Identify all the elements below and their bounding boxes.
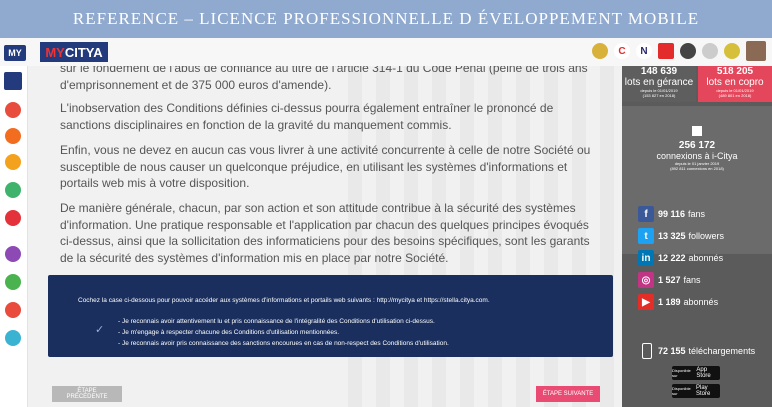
stat-copro-note2: (489 801 en 2018)	[718, 93, 752, 98]
downloads-label: téléchargements	[688, 346, 756, 356]
youtube-count: 1 189	[658, 297, 681, 307]
linkedin-icon: in	[638, 250, 654, 266]
sidebar-chat-icon[interactable]	[5, 274, 21, 290]
social-facebook[interactable]: f 99 116 fans	[638, 206, 705, 222]
chart-icon	[692, 126, 702, 136]
previous-step-button[interactable]: ÉTAPE PRÉCÉDENTE	[52, 386, 122, 402]
consent-item: - Je reconnais avoir pris connaissance d…	[118, 340, 449, 347]
consent-item: - Je m'engage à respecter chacune des Co…	[118, 329, 340, 336]
instagram-label: fans	[683, 275, 701, 285]
pencil-icon[interactable]	[724, 43, 740, 59]
para0-text: sur le fondement de l'abus de confiance …	[60, 66, 588, 75]
n-icon[interactable]: N	[636, 43, 652, 59]
dial-icon[interactable]	[702, 43, 718, 59]
app-store-button[interactable]: Disponible sur App Store	[672, 366, 720, 380]
stat-copro-value: 518 205	[716, 66, 754, 77]
paragraph-inobservation: L'inobservation des Conditions définies …	[60, 101, 554, 132]
sidebar-play-icon[interactable]	[5, 210, 21, 226]
play-store-button[interactable]: Disponible sur Play Store	[672, 384, 720, 398]
mycitya-small-logo[interactable]: MY	[4, 45, 26, 61]
consent-item: - Je reconnais avoir attentivement lu et…	[118, 318, 435, 325]
play-store-pre: Disponible sur	[672, 386, 691, 396]
logo-small-text: MY	[8, 48, 22, 58]
paragraph-activite: Enfin, vous ne devez en aucun cas vous l…	[60, 143, 591, 190]
sidebar-people-icon[interactable]	[5, 182, 21, 198]
c-icon[interactable]: C	[614, 43, 630, 59]
facebook-icon: f	[638, 206, 654, 222]
downloads: 72 155 téléchargements	[642, 343, 755, 359]
sidebar-document-icon[interactable]	[5, 128, 21, 144]
facebook-label: fans	[688, 209, 706, 219]
youtube-label: abonnés	[683, 297, 719, 307]
top-icons: C N	[592, 41, 766, 61]
main-content: sur le fondement de l'abus de confiance …	[28, 66, 622, 407]
user-avatar[interactable]	[746, 41, 766, 61]
app-store-label: App Store	[696, 367, 711, 379]
app-store-pre: Disponible sur	[672, 368, 691, 378]
sidebar-hammer-icon[interactable]	[5, 154, 21, 170]
stat-gerance-label: lots en gérance	[624, 77, 694, 88]
logo-my-text: MY	[45, 44, 65, 60]
consent-panel: Cochez la case ci-dessous pour pouvoir a…	[48, 275, 613, 357]
twitter-label: followers	[688, 231, 725, 241]
twitter-count: 13 325	[658, 231, 686, 241]
play-store-label: Play Store	[695, 385, 711, 397]
consent-items: - Je reconnais avoir attentivement lu et…	[118, 316, 449, 349]
phone-icon	[642, 343, 652, 359]
stat-copro-label: lots en copro	[706, 77, 764, 88]
page-banner: REFERENCE – LICENCE PROFESSIONNELLE D ÉV…	[0, 0, 772, 38]
instagram-icon: ◎	[638, 272, 654, 288]
film-icon[interactable]	[680, 43, 696, 59]
bookmark-icon[interactable]	[658, 43, 674, 59]
stat-connexions-label: connexions à i-Citya	[656, 151, 738, 161]
social-youtube[interactable]: ▶ 1 189 abonnés	[638, 294, 718, 310]
sidebar-gear-icon[interactable]	[5, 102, 21, 118]
stat-gerance-value: 148 639	[640, 66, 678, 77]
consent-checkbox[interactable]: ✓	[95, 323, 104, 336]
consent-intro: Cochez la case ci-dessous pour pouvoir a…	[78, 297, 490, 304]
social-instagram[interactable]: ◎ 1 527 fans	[638, 272, 701, 288]
sidebar-list-icon[interactable]	[5, 330, 21, 346]
left-sidebar	[0, 66, 28, 407]
linkedin-count: 12 222	[658, 253, 686, 263]
social-linkedin[interactable]: in 12 222 abonnés	[638, 250, 723, 266]
social-twitter[interactable]: t 13 325 followers	[638, 228, 724, 244]
stat-gerance: 148 639 lots en gérance depuis le 01/01/…	[622, 66, 696, 102]
instagram-count: 1 527	[658, 275, 681, 285]
para0b-text: d'emprisonnement et de 375 000 euros d'a…	[60, 77, 332, 92]
stat-gerance-note2: (153 827 en 2018)	[642, 93, 676, 98]
right-stats-panel: 148 639 lots en gérance depuis le 01/01/…	[622, 66, 772, 407]
cat-icon[interactable]	[592, 43, 608, 59]
banner-title: REFERENCE – LICENCE PROFESSIONNELLE D ÉV…	[72, 9, 700, 28]
twitter-icon: t	[638, 228, 654, 244]
paragraph-securite: De manière générale, chacun, par son act…	[60, 201, 590, 265]
paragraph-penalty: sur le fondement de l'abus de confiance …	[60, 66, 600, 93]
stat-connexions-note2: (892 811 connexions en 2018)	[670, 166, 724, 171]
mycitya-logo[interactable]: MY CITYA	[40, 42, 108, 62]
stat-connexions-value: 256 172	[678, 140, 716, 151]
downloads-count: 72 155	[658, 346, 686, 356]
stat-copro: 518 205 lots en copro depuis le 01/01/20…	[698, 66, 772, 102]
logo-citya-text: CITYA	[64, 44, 103, 60]
sidebar-info-icon[interactable]	[5, 246, 21, 262]
linkedin-label: abonnés	[688, 253, 724, 263]
sidebar-building-icon[interactable]	[5, 302, 21, 318]
next-step-button[interactable]: ÉTAPE SUIVANTE	[536, 386, 600, 402]
home-icon[interactable]	[4, 72, 22, 90]
youtube-icon: ▶	[638, 294, 654, 310]
facebook-count: 99 116	[658, 209, 686, 219]
